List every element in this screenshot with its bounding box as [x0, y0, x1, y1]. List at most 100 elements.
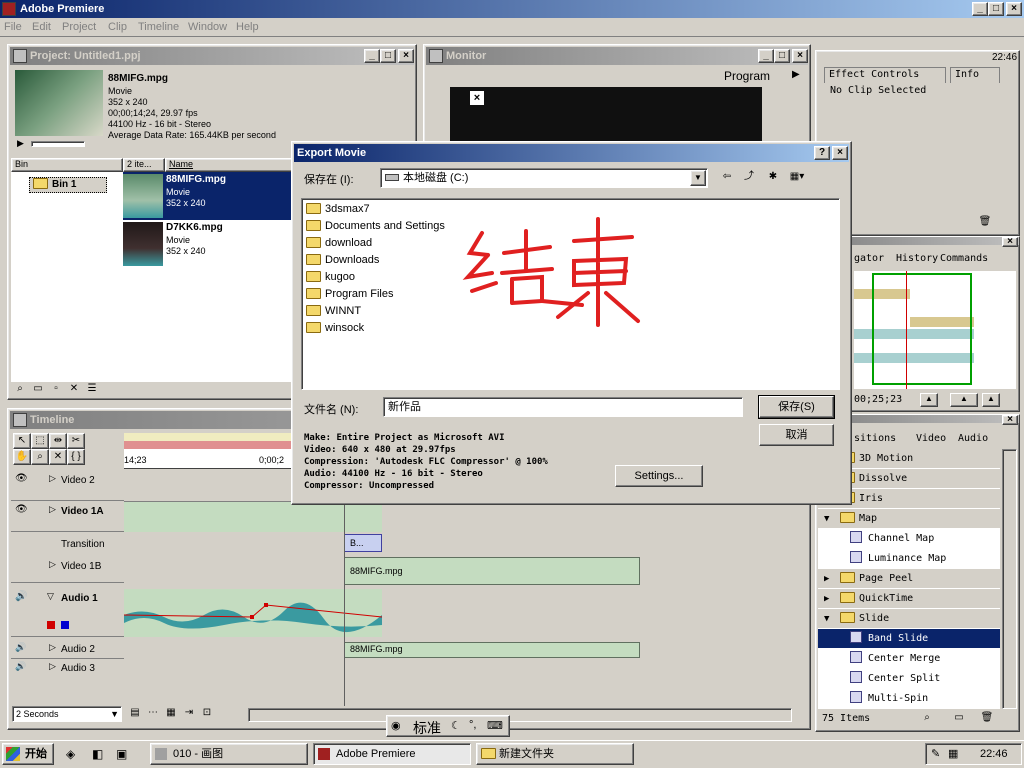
moon-icon[interactable]: ☾ [451, 719, 461, 732]
trash-icon[interactable]: 🗑 [978, 711, 996, 727]
edge-view-icon[interactable]: ▦ [162, 706, 180, 722]
project-close[interactable]: × [398, 49, 414, 63]
track-options-icon[interactable]: ▤ [126, 706, 144, 722]
transition-item[interactable]: Center Split [818, 669, 1000, 689]
zoom-tool-icon[interactable]: ⌕ [31, 449, 49, 465]
speaker-icon[interactable]: 🔊 [15, 661, 26, 672]
transition-folder[interactable]: ▼ Map [818, 509, 1000, 529]
preview-scrubber[interactable] [31, 141, 85, 147]
expand-icon[interactable]: ▷ [49, 642, 56, 653]
snap-icon[interactable]: ⋯ [144, 706, 162, 722]
close-button[interactable]: × [1006, 2, 1022, 16]
chevron-down-icon[interactable]: ▼ [824, 509, 840, 529]
menu-file[interactable]: File [4, 21, 22, 33]
hand-tool-icon[interactable]: ✋ [13, 449, 31, 465]
zoom-slider-icon[interactable]: ▲ [950, 393, 978, 407]
keyframe-icon[interactable] [47, 621, 55, 629]
play-icon[interactable]: ▶ [17, 138, 24, 149]
monitor-close[interactable]: × [792, 49, 808, 63]
folder-item[interactable]: kugoo [306, 271, 355, 283]
menu-help[interactable]: Help [236, 21, 259, 33]
up-folder-icon[interactable]: ⤴ [740, 170, 758, 186]
speaker-icon[interactable]: 🔊 [15, 591, 27, 602]
new-item-icon[interactable]: ▫ [47, 382, 65, 398]
project-maximize[interactable]: □ [380, 49, 396, 63]
navigator-view[interactable] [854, 271, 1016, 389]
menu-edit[interactable]: Edit [32, 21, 51, 33]
chevron-right-icon[interactable]: ▶ [824, 569, 840, 589]
folder-item[interactable]: winsock [306, 322, 364, 334]
start-button[interactable]: 开始 [2, 743, 54, 765]
collapse-icon[interactable]: ▷ [49, 504, 56, 515]
network-icon[interactable]: ▦ [948, 747, 958, 760]
track-header-video2[interactable]: 👁 ▷ Video 2 [11, 471, 124, 501]
video1b-clip[interactable]: 88MIFG.mpg [344, 557, 640, 585]
monitor-menu-arrow[interactable]: ▶ [792, 69, 800, 80]
bin-1-item[interactable]: Bin 1 [29, 177, 107, 193]
marquee-tool-icon[interactable]: ⬚ [31, 433, 49, 449]
selection-tool-icon[interactable]: ↖ [13, 433, 31, 449]
navigator-close[interactable]: × [1002, 237, 1018, 247]
track-header-audio1[interactable]: 🔊 ▽ Audio 1 [11, 589, 124, 637]
folder-item[interactable]: Downloads [306, 254, 379, 266]
edit-line[interactable] [344, 471, 345, 706]
track-tool-icon[interactable]: ⇹ [49, 433, 67, 449]
track-header-video1b[interactable]: ▷ Video 1B [11, 555, 124, 583]
transition-folder[interactable]: ▼ Slide [818, 609, 1000, 629]
menu-window[interactable]: Window [188, 21, 227, 33]
quick-launch-icon[interactable]: ▣ [116, 747, 127, 761]
save-in-select[interactable]: 本地磁盘 (C:) ▼ [380, 168, 708, 188]
transitions-scrollbar[interactable] [1002, 449, 1017, 709]
zoom-in-icon[interactable]: ▲ [982, 393, 1000, 407]
folder-item[interactable]: download [306, 237, 372, 249]
new-folder-icon[interactable]: ▭ [950, 711, 968, 727]
folder-item[interactable]: WINNT [306, 305, 361, 317]
new-folder-icon[interactable]: ✱ [764, 170, 782, 186]
find-icon[interactable]: ⌕ [918, 711, 936, 727]
clip-row[interactable]: D7KK6.mpg Movie 352 x 240 [123, 220, 291, 268]
find-icon[interactable]: ⌕ [11, 382, 29, 398]
tab-info[interactable]: Info [950, 67, 1000, 83]
transition-folder[interactable]: ▶ QuickTime [818, 589, 1000, 609]
transition-item[interactable]: Luminance Map [818, 549, 1000, 569]
monitor-minimize[interactable]: _ [758, 49, 774, 63]
track-header-audio2[interactable]: 🔊 ▷ Audio 2 [11, 641, 124, 659]
view-menu-icon[interactable]: ▦▾ [788, 170, 806, 186]
razor-tool-icon[interactable]: ✂ [67, 433, 85, 449]
ime-logo-icon[interactable]: ◉ [391, 719, 401, 732]
filename-input[interactable]: 新作品 [383, 397, 743, 417]
delete-icon[interactable]: ✕ [65, 382, 83, 398]
shift-tracks-icon[interactable]: ⇥ [180, 706, 198, 722]
sync-icon[interactable]: ⊡ [198, 706, 216, 722]
collapse-icon[interactable]: ▽ [47, 591, 54, 602]
folder-item[interactable]: Program Files [306, 288, 393, 300]
settings-button[interactable]: Settings... [615, 465, 703, 487]
maximize-button[interactable]: □ [988, 2, 1004, 16]
eye-icon[interactable]: 👁 [15, 473, 28, 484]
minimize-button[interactable]: _ [972, 2, 988, 16]
ime-mode-label[interactable]: 标准 [413, 718, 441, 738]
punctuation-icon[interactable]: °, [469, 719, 476, 731]
track-header-audio3[interactable]: 🔊 ▷ Audio 3 [11, 660, 124, 678]
count-column-header[interactable]: 2 ite... [123, 158, 165, 172]
tab-commands[interactable]: Commands [940, 253, 988, 264]
audio2-clip[interactable]: 88MIFG.mpg [344, 642, 640, 658]
menu-project[interactable]: Project [62, 21, 96, 33]
quick-launch-icon[interactable]: ◈ [66, 747, 75, 761]
transition-folder[interactable]: ▶ Page Peel [818, 569, 1000, 589]
new-bin-icon[interactable]: ▭ [29, 382, 47, 398]
cancel-button[interactable]: 取消 [759, 424, 834, 446]
pan-icon[interactable] [61, 621, 69, 629]
folder-item[interactable]: 3dsmax7 [306, 203, 370, 215]
transition-clip[interactable]: B... [344, 534, 382, 552]
taskbar-paint[interactable]: 010 - 画图 [150, 743, 308, 765]
expand-icon[interactable]: ▷ [49, 661, 56, 672]
cross-fade-tool-icon[interactable]: ✕ [49, 449, 67, 465]
keyboard-icon[interactable]: ⌨ [487, 719, 503, 732]
help-button[interactable]: ? [814, 146, 830, 160]
bin-column-header[interactable]: Bin [11, 158, 123, 172]
tab-navigator[interactable]: gator [854, 253, 884, 264]
folder-item[interactable]: Documents and Settings [306, 220, 445, 232]
chevron-down-icon[interactable]: ▼ [690, 170, 706, 186]
transition-item[interactable]: Channel Map [818, 529, 1000, 549]
